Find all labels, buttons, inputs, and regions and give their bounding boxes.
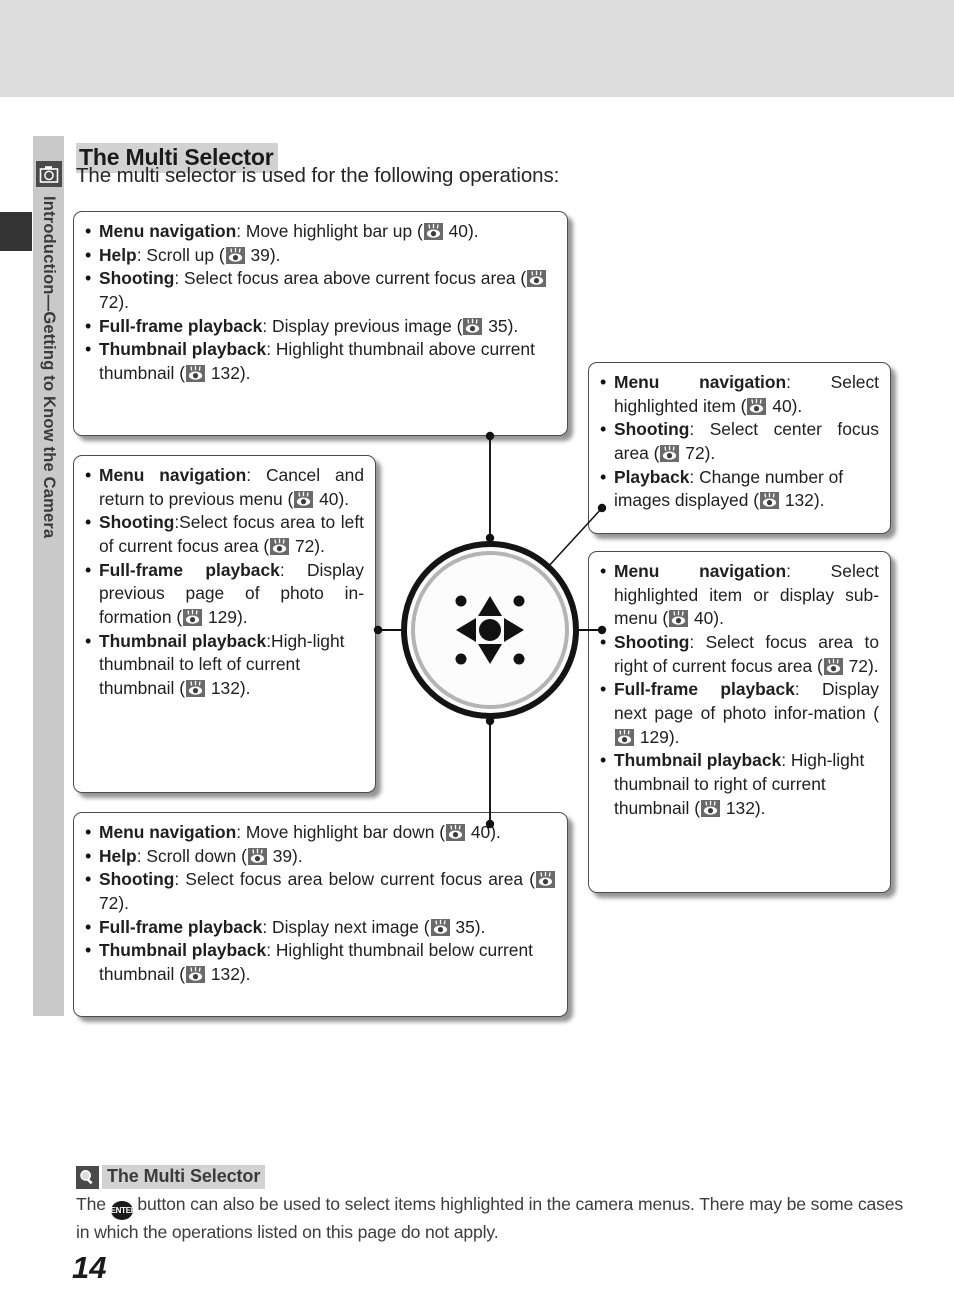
chapter-tab-marker <box>0 212 32 251</box>
callout-term: Menu navigation <box>99 465 247 485</box>
page-reference-eye-icon <box>536 871 555 889</box>
page-reference-eye-icon <box>270 538 290 556</box>
page-reference-eye-icon <box>660 445 680 463</box>
callout-term: Menu navigation <box>99 221 237 241</box>
dial-dot-lower-left <box>455 653 467 665</box>
dial-center-button-icon <box>479 619 501 641</box>
page-reference-eye-icon <box>225 246 245 264</box>
top-margin-band <box>0 0 954 97</box>
note-text-after: button can also be used to select items … <box>76 1194 904 1242</box>
note-text-before: The <box>76 1194 111 1214</box>
page-reference-eye-icon <box>430 918 450 936</box>
multi-selector-diagram <box>330 400 650 860</box>
dial-dot-upper-right <box>513 595 525 607</box>
leader-dot-center-far <box>597 503 607 513</box>
page-reference-eye-icon <box>186 680 206 698</box>
note-title: The Multi Selector <box>102 1165 266 1189</box>
callout-item: Shooting: Select focus area above curren… <box>85 266 556 314</box>
page-reference-eye-icon <box>669 610 689 628</box>
page-reference-eye-icon <box>701 799 721 817</box>
callout-item: Full-frame playback: Display previous pa… <box>85 558 364 630</box>
dial-dot-lower-right <box>513 653 525 665</box>
callout-term: Menu navigation <box>99 822 237 842</box>
callout-term: Full-frame playback <box>99 916 263 937</box>
callout-term: Full-frame playback <box>99 559 280 580</box>
page-reference-eye-icon <box>183 609 203 627</box>
callout-term: Help <box>99 845 137 866</box>
callout-term: Shooting <box>99 512 175 533</box>
page-reference-eye-icon <box>186 966 206 984</box>
callout-item: Help: Scroll up ( 39). <box>85 243 556 268</box>
page-intro-text: The multi selector is used for the follo… <box>76 164 560 187</box>
callout-term: Thumbnail playback <box>99 339 267 360</box>
page-reference-eye-icon <box>747 397 767 415</box>
enter-button-icon: ENTER <box>110 1201 137 1220</box>
page-reference-eye-icon <box>423 223 443 240</box>
page-reference-eye-icon <box>247 847 267 865</box>
callout-term: Menu navigation <box>614 372 787 392</box>
callout-term: Help <box>99 244 137 265</box>
callout-item: Thumbnail playback: Highlight thumbnail … <box>85 938 556 986</box>
callout-item: Menu navigation: Move highlight bar up (… <box>85 219 556 244</box>
callout-term: Thumbnail playback <box>99 940 267 961</box>
page-reference-eye-icon <box>823 657 843 675</box>
leader-dot-down-far <box>485 819 495 829</box>
callout-item: Thumbnail playback:High-light thumbnail … <box>85 629 364 701</box>
note-body: The ENTER button can also be used to sel… <box>76 1192 906 1245</box>
note-header: The Multi Selector <box>76 1165 906 1189</box>
page-reference-eye-icon <box>760 492 779 510</box>
chapter-sidebar-label-text: Introduction—Getting to Know the Camera <box>40 196 58 539</box>
callout-term: Shooting <box>99 869 175 890</box>
leader-dot-up-far <box>485 431 495 441</box>
page-number: 14 <box>72 1250 107 1285</box>
magnifier-icon <box>76 1165 99 1189</box>
page-reference-eye-icon <box>463 317 483 335</box>
callout-term: Shooting <box>99 268 175 289</box>
leader-dot-left-far <box>373 625 383 635</box>
chapter-sidebar-label: Introduction—Getting to Know the Camera <box>33 196 64 896</box>
camera-icon <box>36 161 62 187</box>
note-block: The Multi Selector The ENTER button can … <box>76 1165 906 1245</box>
callout-item: Full-frame playback: Display previous im… <box>85 314 556 339</box>
callout-item: Thumbnail playback: Highlight thumbnail … <box>85 337 556 385</box>
callout-item: Shooting:Select focus area to left of cu… <box>85 510 364 558</box>
callout-item: Full-frame playback: Display next image … <box>85 915 556 940</box>
callout-term: Thumbnail playback <box>99 630 267 651</box>
page-reference-eye-icon <box>186 365 206 383</box>
callout-item: Shooting: Select focus area below curren… <box>85 867 556 915</box>
callout-item: Menu navigation: Cancel and return to pr… <box>85 463 364 511</box>
leader-dot-right-far <box>597 625 607 635</box>
page-reference-eye-icon <box>294 490 314 508</box>
leader-dot-up-near <box>485 533 495 543</box>
dial-dot-upper-left <box>455 595 467 607</box>
page-reference-eye-icon <box>527 270 547 288</box>
callout-term: Full-frame playback <box>99 315 263 336</box>
